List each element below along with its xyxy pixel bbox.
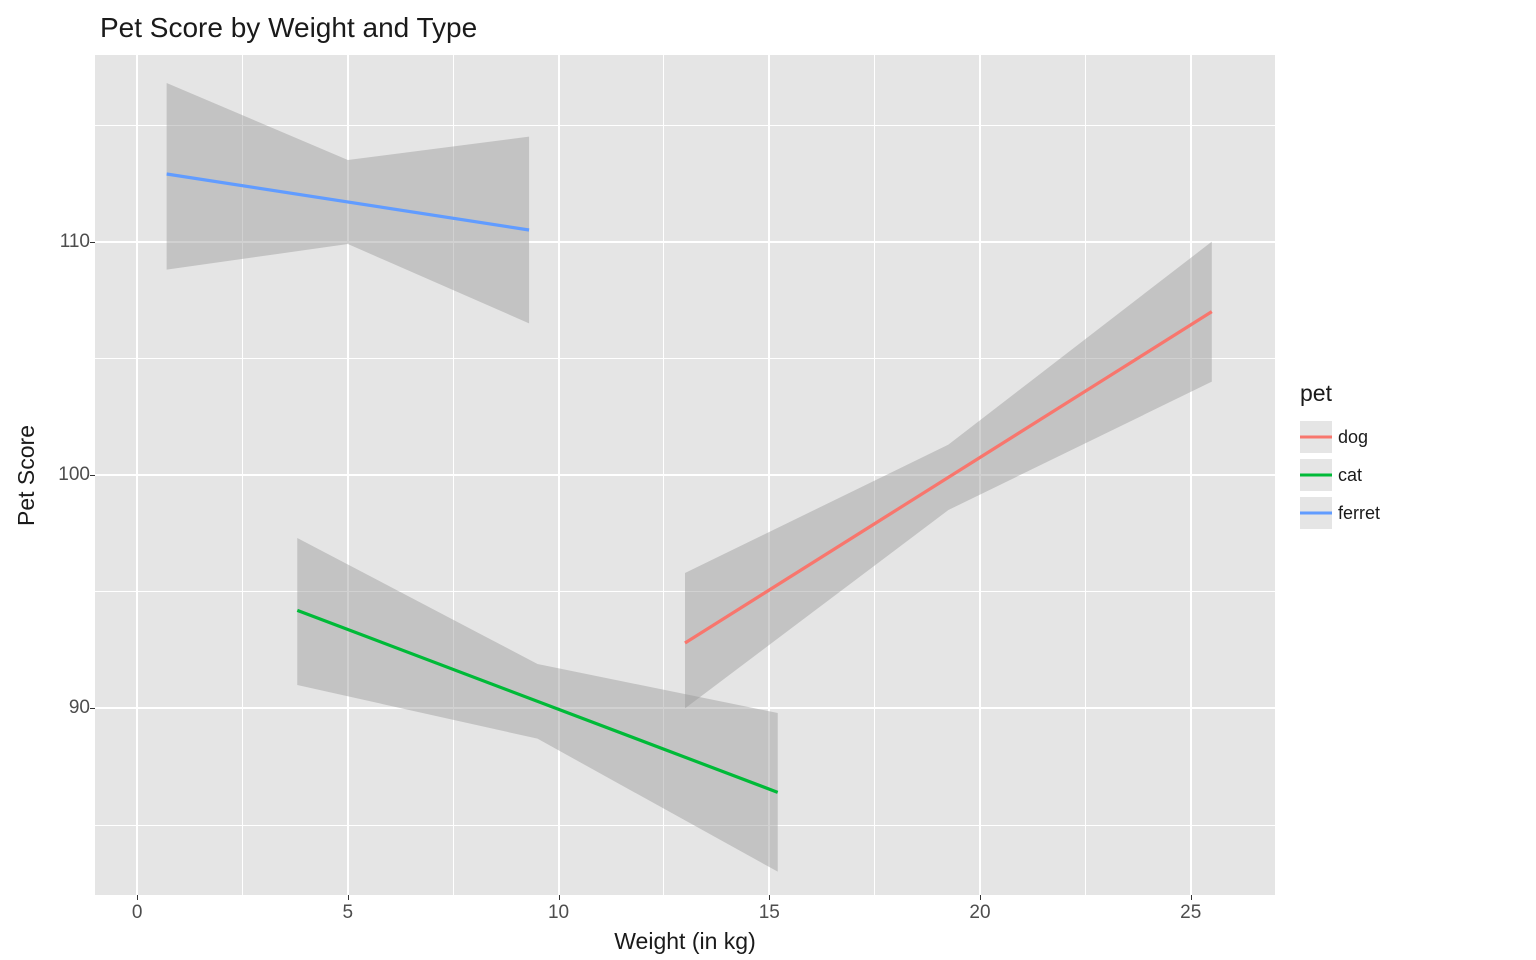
chart-title: Pet Score by Weight and Type xyxy=(100,12,477,44)
x-tick-label: 25 xyxy=(1180,902,1201,924)
plot-svg xyxy=(95,55,1275,895)
x-tick-mark xyxy=(137,895,138,900)
legend-swatch xyxy=(1300,421,1332,453)
x-tick-label: 5 xyxy=(343,902,354,924)
y-axis-label: Pet Score xyxy=(12,55,40,895)
y-tick-mark xyxy=(90,242,95,243)
legend-label: ferret xyxy=(1338,503,1380,524)
legend-swatch xyxy=(1300,459,1332,491)
chart-container: Pet Score by Weight and Type Pet Score W… xyxy=(0,0,1536,960)
x-tick-label: 10 xyxy=(548,902,569,924)
fit-line-dog xyxy=(685,312,1212,643)
x-tick-mark xyxy=(980,895,981,900)
y-tick-label: 100 xyxy=(55,464,90,486)
x-axis-label: Weight (in kg) xyxy=(95,928,1275,955)
legend-item-dog: dog xyxy=(1300,421,1500,453)
y-tick-mark xyxy=(90,475,95,476)
x-tick-label: 20 xyxy=(969,902,990,924)
y-tick-label: 110 xyxy=(55,231,90,253)
y-tick-mark xyxy=(90,708,95,709)
x-tick-mark xyxy=(348,895,349,900)
x-tick-mark xyxy=(769,895,770,900)
y-tick-label: 90 xyxy=(55,697,90,719)
confidence-ribbon-dog xyxy=(685,242,1212,709)
legend-title: pet xyxy=(1300,380,1500,407)
plot-panel xyxy=(95,55,1275,895)
legend-label: cat xyxy=(1338,465,1362,486)
x-tick-label: 0 xyxy=(132,902,143,924)
legend-label: dog xyxy=(1338,427,1368,448)
x-tick-label: 15 xyxy=(759,902,780,924)
legend-swatch xyxy=(1300,497,1332,529)
x-tick-mark xyxy=(1191,895,1192,900)
legend: pet dog cat ferret xyxy=(1300,380,1500,535)
legend-item-cat: cat xyxy=(1300,459,1500,491)
legend-item-ferret: ferret xyxy=(1300,497,1500,529)
x-tick-mark xyxy=(559,895,560,900)
